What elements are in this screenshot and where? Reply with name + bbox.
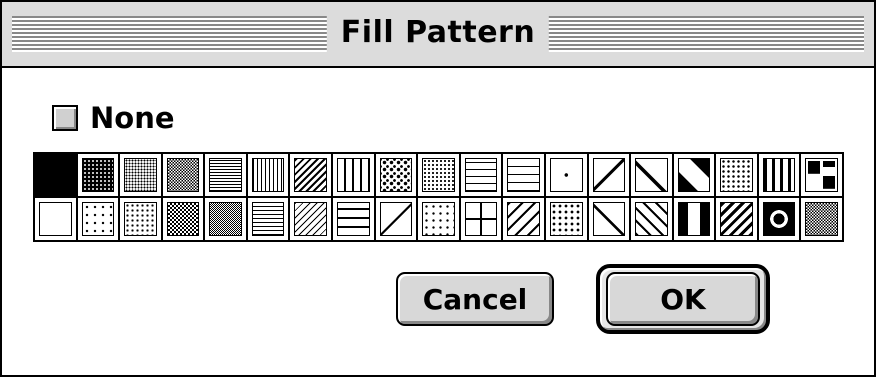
pattern-swatch-fill <box>422 158 455 192</box>
none-checkbox[interactable] <box>52 105 78 131</box>
window-title: Fill Pattern <box>326 10 550 56</box>
pattern-swatch-fill <box>39 202 72 236</box>
pattern-swatch-fill <box>166 158 200 192</box>
pattern-swatch-diamond-fill[interactable] <box>801 198 842 240</box>
pattern-swatch-fill <box>635 202 668 236</box>
pattern-swatch-dense-dots[interactable] <box>77 154 119 196</box>
fill-pattern-dialog: Fill Pattern None Cancel OK <box>0 0 876 377</box>
pattern-swatch-dense-dots-2[interactable] <box>120 154 161 196</box>
pattern-swatch-fill <box>294 158 328 192</box>
pattern-swatch-fill <box>592 158 626 192</box>
pattern-swatch-fill <box>422 202 455 236</box>
title-bar[interactable]: Fill Pattern <box>2 2 874 68</box>
pattern-swatch-fill <box>81 158 115 192</box>
pattern-swatch-arrow[interactable] <box>588 154 630 196</box>
pattern-swatch-wave[interactable] <box>631 198 672 240</box>
pattern-swatch-fill <box>464 158 498 192</box>
pattern-swatch-fill <box>762 158 796 192</box>
pattern-swatch-vertical-bars[interactable] <box>333 154 374 196</box>
pattern-swatch-fill <box>337 202 370 236</box>
pattern-swatch-fill <box>209 202 242 236</box>
pattern-swatch-fill <box>805 158 838 192</box>
none-option[interactable]: None <box>52 98 175 138</box>
pattern-swatch-fill <box>209 158 242 192</box>
pattern-swatch-fill <box>592 202 626 236</box>
pattern-swatch-scales[interactable] <box>716 154 757 196</box>
pattern-swatch-fill <box>549 158 583 192</box>
pattern-swatch-vertical-lines[interactable] <box>247 154 289 196</box>
pattern-swatch-solid-black[interactable] <box>35 154 76 196</box>
pattern-swatch-diagonal-single[interactable] <box>375 198 417 240</box>
pattern-swatch-fill <box>720 202 753 236</box>
pattern-swatch-fill <box>39 158 72 192</box>
pattern-swatch-white[interactable] <box>35 198 76 240</box>
pattern-swatch-heart[interactable] <box>545 198 587 240</box>
pattern-swatch-fill <box>464 202 498 236</box>
pattern-swatch-fill <box>166 202 200 236</box>
pattern-palette <box>33 152 844 242</box>
ok-button[interactable]: OK <box>606 272 760 326</box>
pattern-swatch-horizontal-bars[interactable] <box>333 198 374 240</box>
pattern-swatch-bowtie[interactable] <box>673 198 715 240</box>
pattern-swatch-fine-gray[interactable] <box>162 154 204 196</box>
pattern-swatch-fill <box>507 158 540 192</box>
pattern-swatch-brick[interactable] <box>503 154 544 196</box>
pattern-swatch-diamond-weave[interactable] <box>631 154 672 196</box>
pattern-swatch-diamond-dot[interactable] <box>588 198 630 240</box>
pattern-swatch-grid[interactable] <box>460 154 502 196</box>
pattern-swatch-fine-grid[interactable] <box>205 154 246 196</box>
pattern-swatch-fill <box>124 202 157 236</box>
pattern-swatch-horizontal-lines[interactable] <box>247 198 289 240</box>
pattern-swatch-dots[interactable] <box>120 198 161 240</box>
none-checkbox-label: None <box>90 101 175 135</box>
pattern-swatch-fill <box>549 202 583 236</box>
pattern-swatch-cross-grid[interactable] <box>460 198 502 240</box>
pattern-swatch-diagonal-brick[interactable] <box>503 198 544 240</box>
pattern-swatch-arch-weave[interactable] <box>758 154 800 196</box>
pattern-swatch-sparse-dots[interactable] <box>77 198 119 240</box>
pattern-swatch-speckle[interactable] <box>375 154 417 196</box>
pattern-swatch-zigzag[interactable] <box>716 198 757 240</box>
pattern-swatch-fill <box>507 202 540 236</box>
pattern-swatch-light-gray[interactable] <box>162 198 204 240</box>
pattern-swatch-fine-check[interactable] <box>205 198 246 240</box>
pattern-swatch-corner-dots[interactable] <box>418 198 459 240</box>
pattern-swatch-fill <box>124 158 157 192</box>
pattern-swatch-fill <box>251 202 285 236</box>
pattern-swatch-fill <box>294 202 328 236</box>
pattern-swatch-fill <box>379 158 413 192</box>
pattern-swatch-fill <box>379 202 413 236</box>
pattern-swatch-fill <box>805 202 838 236</box>
pattern-swatch-center-dot[interactable] <box>545 154 587 196</box>
pattern-swatch-x-weave[interactable] <box>673 154 715 196</box>
pattern-swatch-fill <box>720 158 753 192</box>
cancel-button[interactable]: Cancel <box>396 272 554 326</box>
pattern-swatch-fill <box>337 158 370 192</box>
pattern-swatch-square-blocks[interactable] <box>801 154 842 196</box>
pattern-swatch-fill <box>677 158 711 192</box>
pattern-swatch-fill <box>251 158 285 192</box>
pattern-swatch-light-dots[interactable] <box>418 154 459 196</box>
pattern-swatch-fill <box>677 202 711 236</box>
pattern-swatch-fill <box>81 202 115 236</box>
pattern-swatch-circles[interactable] <box>758 198 800 240</box>
pattern-swatch-fill <box>762 202 796 236</box>
pattern-swatch-diagonal-light[interactable] <box>290 198 332 240</box>
pattern-swatch-fill <box>635 158 668 192</box>
pattern-swatch-diagonal-lines[interactable] <box>290 154 332 196</box>
